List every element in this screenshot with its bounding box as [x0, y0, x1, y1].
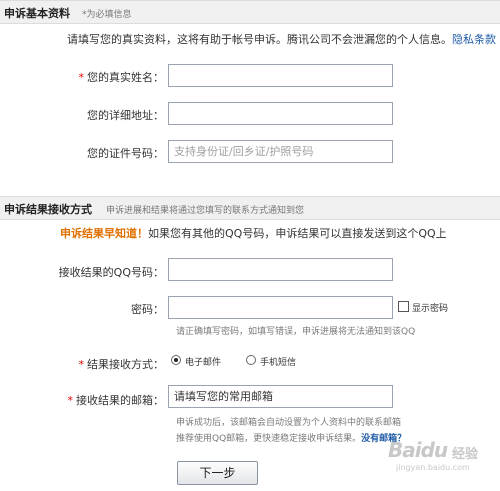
- promo-text: 如果您有其他的QQ号码，申诉结果可以直接发送到这个QQ上: [148, 227, 447, 240]
- watermark-url: jingyan.baidu.com: [396, 463, 470, 472]
- show-password-label: 显示密码: [412, 304, 449, 314]
- privacy-link[interactable]: 隐私条款: [452, 33, 496, 46]
- required-star: *: [78, 358, 85, 371]
- qq-input[interactable]: [168, 258, 393, 281]
- real-name-label: * 您的真实姓名：: [78, 71, 165, 84]
- section-title: 申诉结果接收方式: [4, 203, 92, 216]
- qq-promo: 申诉结果早知道！如果您有其他的QQ号码，申诉结果可以直接发送到这个QQ上: [60, 225, 447, 241]
- id-number-input[interactable]: 支持身份证/回乡证/护照号码: [168, 140, 393, 163]
- section-header-basic-info: 申诉基本资料 *为必填信息: [0, 0, 500, 24]
- password-label: 密码：: [131, 303, 164, 316]
- radio-email-label: 电子邮件: [185, 358, 222, 368]
- privacy-intro: 请填写您的真实资料，这将有助于帐号申诉。腾讯公司不会泄漏您的个人信息。隐私条款: [67, 31, 496, 47]
- radio-sms[interactable]: [246, 355, 256, 365]
- next-button[interactable]: 下一步: [177, 461, 258, 485]
- method-label: * 结果接收方式：: [78, 358, 165, 371]
- section-hint: 申诉进展和结果将通过您填写的联系方式通知到您: [106, 206, 305, 216]
- password-input[interactable]: [168, 296, 393, 319]
- radio-email[interactable]: [171, 355, 181, 365]
- show-password-checkbox[interactable]: [398, 301, 409, 312]
- password-hint: 请正确填写密码，如填写错误，申诉进展将无法通知到该QQ: [176, 327, 416, 337]
- qq-label: 接收结果的QQ号码：: [58, 266, 164, 279]
- watermark-logo-sub: 经验: [452, 447, 479, 462]
- address-input[interactable]: [168, 102, 393, 125]
- section-header-result-method: 申诉结果接收方式 申诉进展和结果将通过您填写的联系方式通知到您: [0, 196, 500, 220]
- email-hint-1: 申诉成功后，该邮箱会自动设置为个人资料中的联系邮箱: [176, 418, 402, 428]
- email-hint-2: 推荐使用QQ邮箱，更快速稳定接收申诉结果。没有邮箱？: [176, 434, 407, 444]
- section-title: 申诉基本资料: [4, 7, 70, 20]
- watermark-logo: Baidu: [388, 438, 448, 462]
- email-input[interactable]: 请填写您的常用邮箱: [168, 385, 393, 408]
- radio-sms-label: 手机短信: [260, 358, 297, 368]
- address-label: 您的详细地址：: [87, 109, 164, 122]
- real-name-input[interactable]: [168, 64, 393, 87]
- required-star: *: [67, 394, 74, 407]
- intro-text: 请填写您的真实资料，这将有助于帐号申诉。腾讯公司不会泄漏您的个人信息。: [67, 33, 452, 46]
- required-note: *为必填信息: [82, 10, 132, 20]
- email-label: * 接收结果的邮箱：: [67, 394, 165, 407]
- required-star: *: [78, 71, 85, 84]
- promo-highlight: 申诉结果早知道！: [60, 227, 148, 240]
- baidu-jingyan-watermark: Baidu 经验 jingyan.baidu.com: [386, 436, 494, 476]
- id-number-label: 您的证件号码：: [87, 147, 164, 160]
